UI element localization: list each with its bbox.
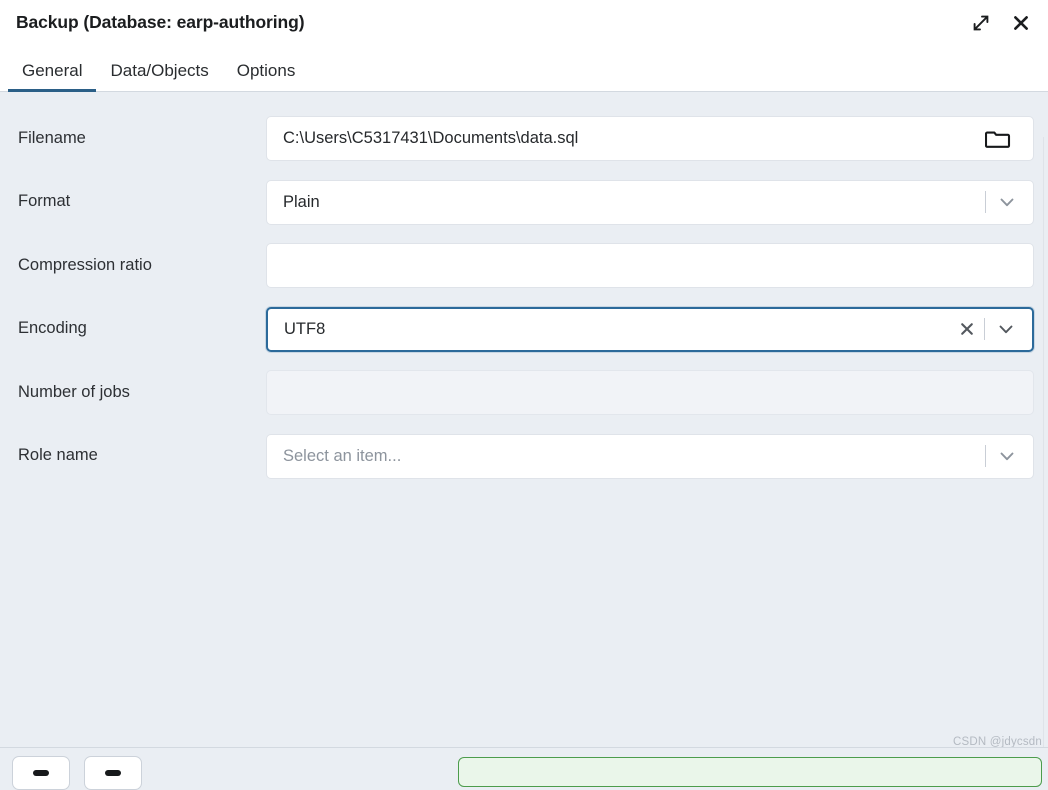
number-of-jobs-field-wrap [266,370,1034,416]
role-name-label: Role name [18,446,98,465]
folder-icon[interactable] [975,117,1021,160]
backup-dialog: Backup (Database: earp-authoring) Genera… [0,0,1048,790]
footer-button-1[interactable] [12,756,70,790]
status-panel [458,757,1042,787]
filename-input[interactable]: C:\Users\C5317431\Documents\data.sql [266,116,1034,162]
filename-addon [975,117,1033,160]
tab-general[interactable]: General [8,61,97,92]
encoding-addon [953,309,1032,350]
number-of-jobs-input [266,370,1034,416]
addon-separator [985,191,986,214]
dialog-footer [0,747,1048,790]
compression-ratio-field-wrap [266,243,1034,289]
filename-value: C:\Users\C5317431\Documents\data.sql [283,129,579,148]
format-label: Format [18,192,71,211]
encoding-field-wrap: UTF8 [266,306,1034,352]
tab-data-objects[interactable]: Data/Objects [96,61,222,91]
number-of-jobs-label: Number of jobs [18,382,130,401]
format-select[interactable]: Plain [266,179,1034,225]
tab-options[interactable]: Options [223,61,310,91]
titlebar-actions [968,10,1034,36]
footer-button-2[interactable] [84,756,142,790]
form-row-role-name: Role name Select an item... [0,425,1048,489]
format-addon [982,181,1033,224]
dialog-tabs: General Data/Objects Options [0,45,1048,92]
form-row-encoding: Encoding UTF8 [0,298,1048,362]
role-name-select[interactable]: Select an item... [266,433,1034,479]
filename-label: Filename [18,128,86,147]
role-name-field-wrap: Select an item... [266,433,1034,479]
vertical-scrollbar[interactable] [1043,137,1048,748]
format-field-wrap: Plain [266,179,1034,225]
expand-diagonal-icon[interactable] [968,10,994,36]
chevron-down-icon[interactable] [993,181,1021,224]
footer-button-2-icon [105,770,121,776]
close-icon[interactable] [1008,10,1034,36]
chevron-down-icon[interactable] [992,309,1020,350]
format-value: Plain [283,192,320,211]
encoding-value: UTF8 [284,319,326,338]
form-row-number-of-jobs: Number of jobs [0,361,1048,425]
compression-ratio-label: Compression ratio [18,255,152,274]
close-icon[interactable] [953,309,981,350]
footer-button-1-icon [33,770,49,776]
dialog-titlebar: Backup (Database: earp-authoring) [0,0,1048,45]
encoding-select[interactable]: UTF8 [266,306,1034,352]
addon-separator [984,318,985,341]
form-row-compression-ratio: Compression ratio [0,234,1048,298]
role-name-placeholder: Select an item... [283,446,402,465]
dialog-title: Backup (Database: earp-authoring) [16,12,305,32]
form-row-format: Format Plain [0,171,1048,235]
encoding-label: Encoding [18,319,87,338]
general-tab-panel: Filename C:\Users\C5317431\Documents\dat… [0,92,1048,772]
role-name-addon [982,435,1033,478]
filename-field-wrap: C:\Users\C5317431\Documents\data.sql [266,116,1034,162]
compression-ratio-input[interactable] [266,243,1034,289]
chevron-down-icon[interactable] [993,435,1021,478]
form-row-filename: Filename C:\Users\C5317431\Documents\dat… [0,107,1048,171]
footer-button-group [12,756,142,790]
addon-separator [985,445,986,468]
